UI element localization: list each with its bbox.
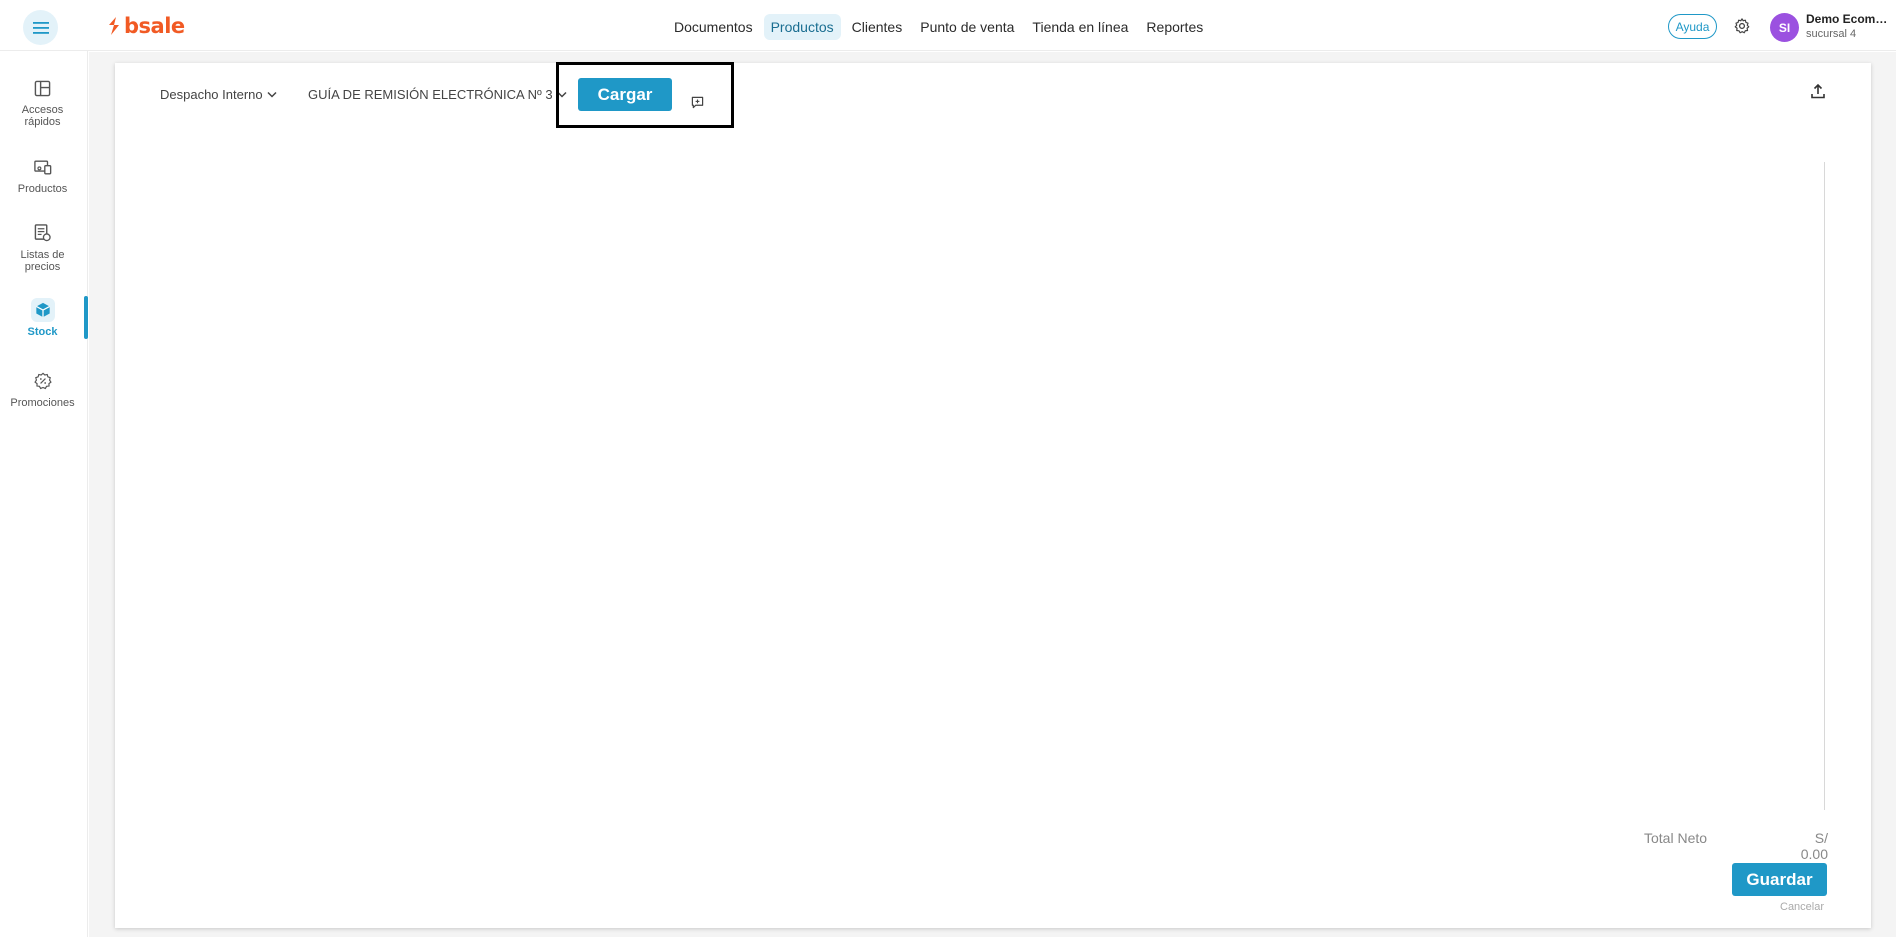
nav-clientes[interactable]: Clientes xyxy=(845,14,910,40)
top-bar: bsale Documentos Productos Clientes Punt… xyxy=(0,0,1896,51)
load-button[interactable]: Cargar xyxy=(578,78,672,111)
nav-reportes[interactable]: Reportes xyxy=(1139,14,1210,40)
nav-documentos[interactable]: Documentos xyxy=(667,14,760,40)
avatar[interactable]: SI xyxy=(1770,13,1799,42)
main-navigation: Documentos Productos Clientes Punto de v… xyxy=(667,13,1214,41)
sidebar-item-label: rápidos xyxy=(24,116,61,128)
help-button[interactable]: Ayuda xyxy=(1668,14,1717,39)
save-button[interactable]: Guardar xyxy=(1732,863,1827,896)
nav-punto-de-venta[interactable]: Punto de venta xyxy=(913,14,1021,40)
document-type-select[interactable]: Despacho Interno xyxy=(160,87,277,102)
sidebar-item-label: Promociones xyxy=(10,397,75,409)
total-neto-label: Total Neto xyxy=(1644,830,1708,846)
sidebar-item-label: precios xyxy=(24,261,61,273)
document-card xyxy=(115,63,1871,928)
sidebar-item-stock[interactable]: Stock xyxy=(0,298,85,338)
brand-name: bsale xyxy=(124,14,185,38)
bsale-logo-icon xyxy=(109,17,119,35)
export-button[interactable] xyxy=(1808,81,1828,101)
document-number-label: GUÍA DE REMISIÓN ELECTRÓNICA Nº 3 xyxy=(308,87,553,102)
user-name: Demo Ecomm... xyxy=(1806,12,1894,26)
sidebar: Accesos rápidos Productos Listas de prec… xyxy=(0,51,88,937)
sidebar-item-label: Accesos xyxy=(21,104,64,116)
comment-icon xyxy=(691,96,704,109)
products-icon xyxy=(33,160,51,174)
upload-icon xyxy=(1811,83,1825,99)
brand-logo[interactable]: bsale xyxy=(107,13,185,39)
sidebar-item-accesos-rapidos[interactable]: Accesos rápidos xyxy=(0,76,85,128)
nav-productos[interactable]: Productos xyxy=(763,14,841,40)
total-neto-value: S/ 0.00 xyxy=(1800,830,1828,862)
gear-icon xyxy=(1734,18,1750,34)
user-menu[interactable]: Demo Ecomm... sucursal 4 xyxy=(1806,12,1894,40)
hamburger-icon xyxy=(32,21,49,34)
settings-button[interactable] xyxy=(1730,14,1754,38)
cancel-link[interactable]: Cancelar xyxy=(1780,901,1824,913)
sidebar-item-promociones[interactable]: Promociones xyxy=(0,369,85,409)
chevron-down-icon xyxy=(267,91,277,98)
sidebar-item-productos[interactable]: Productos xyxy=(0,155,85,195)
layout-icon xyxy=(34,80,51,96)
document-type-label: Despacho Interno xyxy=(160,87,263,102)
active-indicator xyxy=(84,296,88,339)
comment-button[interactable] xyxy=(690,95,705,110)
sidebar-item-label: Stock xyxy=(27,326,58,338)
content-scroll-divider xyxy=(1824,162,1825,810)
discount-icon xyxy=(33,372,52,390)
sidebar-item-listas-de-precios[interactable]: Listas de precios xyxy=(0,221,85,273)
user-branch: sucursal 4 xyxy=(1806,28,1857,40)
sidebar-item-label: Listas de xyxy=(20,249,65,261)
menu-toggle-button[interactable] xyxy=(23,10,58,45)
document-number-select[interactable]: GUÍA DE REMISIÓN ELECTRÓNICA Nº 3 xyxy=(308,87,567,102)
box-icon xyxy=(35,302,50,318)
nav-tienda-en-linea[interactable]: Tienda en línea xyxy=(1025,14,1135,40)
price-list-icon xyxy=(34,224,51,242)
sidebar-item-label: Productos xyxy=(17,183,68,195)
